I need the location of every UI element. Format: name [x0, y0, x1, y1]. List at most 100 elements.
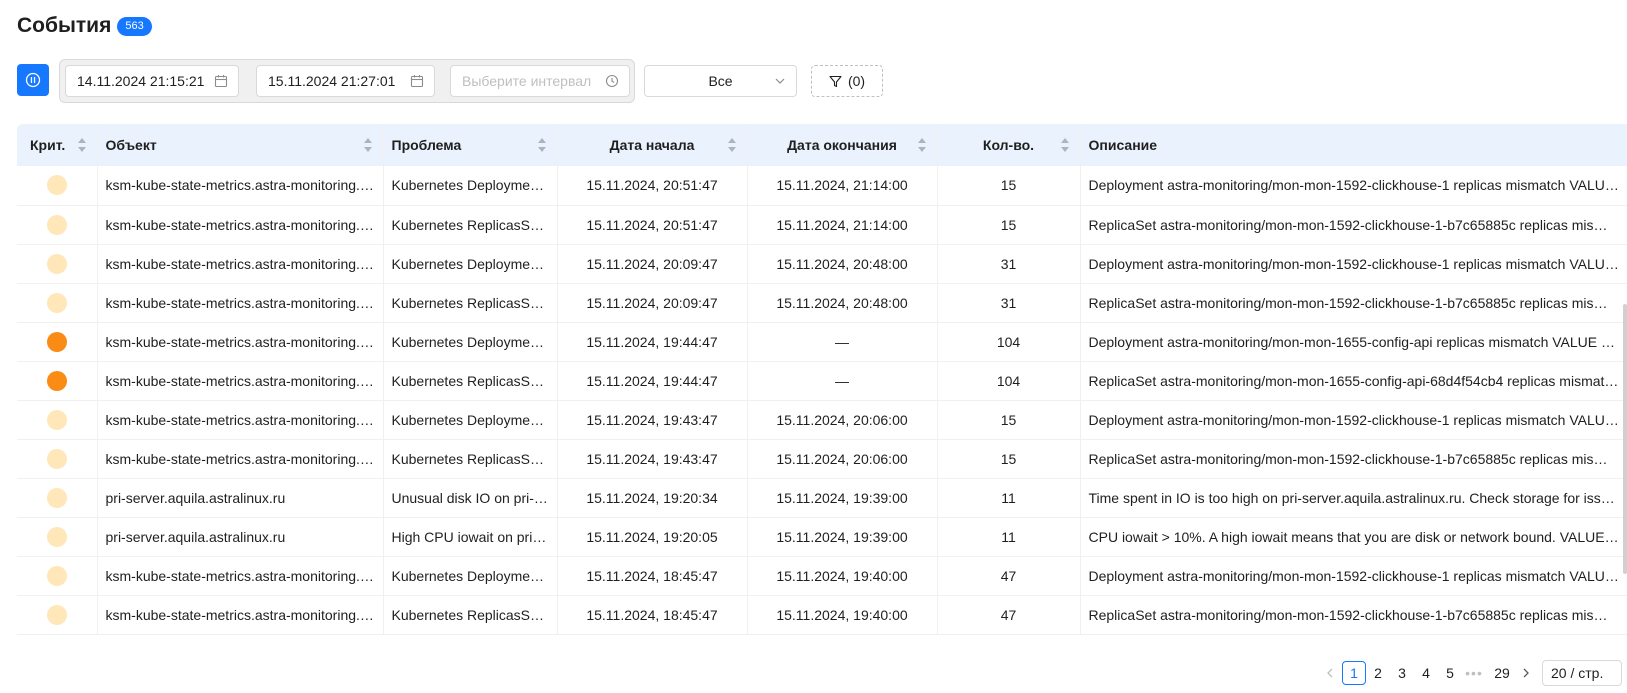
- description-cell: Time spent in IO is too high on pri-serv…: [1080, 478, 1627, 518]
- table-row[interactable]: ksm-kube-state-metrics.astra-monitoring.…: [17, 361, 1627, 401]
- table-row[interactable]: ksm-kube-state-metrics.astra-monitoring.…: [17, 322, 1627, 362]
- table-row[interactable]: pri-server.aquila.astralinux.ru High CPU …: [17, 517, 1627, 557]
- count-cell: 31: [937, 283, 1081, 323]
- start-cell: 15.11.2024, 19:20:34: [557, 478, 748, 518]
- col-header-severity[interactable]: Крит.: [17, 124, 98, 166]
- sort-icon: [727, 138, 736, 152]
- col-header-description: Описание: [1080, 124, 1627, 166]
- severity-cell: [17, 517, 98, 557]
- description-cell: CPU iowait > 10%. A high iowait means th…: [1080, 517, 1627, 557]
- page-last-button[interactable]: 29: [1490, 661, 1514, 685]
- severity-dot: [46, 604, 67, 625]
- object-cell: ksm-kube-state-metrics.astra-monitoring.…: [97, 361, 384, 401]
- severity-dot: [46, 253, 67, 274]
- severity-cell: [17, 361, 98, 401]
- page-size-value: 20 / стр.: [1551, 665, 1604, 681]
- description-cell: Deployment astra-monitoring/mon-mon-1592…: [1080, 166, 1627, 206]
- severity-cell: [17, 283, 98, 323]
- start-cell: 15.11.2024, 19:44:47: [557, 361, 748, 401]
- problem-cell: Kubernetes Deployment replicas mismatch: [383, 244, 558, 284]
- object-cell: ksm-kube-state-metrics.astra-monitoring.…: [97, 595, 384, 635]
- date-from-value: 14.11.2024 21:15:21: [77, 73, 205, 89]
- table-row[interactable]: ksm-kube-state-metrics.astra-monitoring.…: [17, 205, 1627, 245]
- description-cell: ReplicaSet astra-monitoring/mon-mon-1592…: [1080, 595, 1627, 635]
- start-cell: 15.11.2024, 18:45:47: [557, 595, 748, 635]
- chevron-right-icon: [1523, 668, 1529, 678]
- problem-cell: Kubernetes ReplicasSet mismatch: [383, 595, 558, 635]
- page-size-select[interactable]: 20 / стр.: [1542, 660, 1622, 686]
- next-page-button[interactable]: [1514, 661, 1538, 685]
- interval-input[interactable]: Выберите интервал: [450, 65, 630, 97]
- col-header-label: Проблема: [391, 137, 462, 153]
- page-title: События: [17, 14, 112, 37]
- col-header-label: Дата начала: [609, 137, 695, 153]
- date-to-value: 15.11.2024 21:27:01: [268, 73, 396, 89]
- problem-cell: Kubernetes ReplicasSet mismatch: [383, 283, 558, 323]
- start-cell: 15.11.2024, 20:51:47: [557, 205, 748, 245]
- table-row[interactable]: ksm-kube-state-metrics.astra-monitoring.…: [17, 556, 1627, 596]
- count-cell: 31: [937, 244, 1081, 284]
- table-row[interactable]: ksm-kube-state-metrics.astra-monitoring.…: [17, 283, 1627, 323]
- table-header-row: Крит. Объект Проблема Дата начала Дата о…: [17, 124, 1627, 166]
- count-cell: 15: [937, 166, 1081, 206]
- severity-cell: [17, 166, 98, 206]
- description-cell: Deployment astra-monitoring/mon-mon-1655…: [1080, 322, 1627, 362]
- filter-button[interactable]: (0): [811, 65, 883, 97]
- col-header-end[interactable]: Дата окончания: [747, 124, 938, 166]
- object-cell: ksm-kube-state-metrics.astra-monitoring.…: [97, 556, 384, 596]
- end-cell: 15.11.2024, 19:40:00: [747, 556, 938, 596]
- end-cell: 15.11.2024, 19:39:00: [747, 517, 938, 557]
- start-cell: 15.11.2024, 18:45:47: [557, 556, 748, 596]
- end-cell: —: [747, 322, 938, 362]
- table-row[interactable]: ksm-kube-state-metrics.astra-monitoring.…: [17, 244, 1627, 284]
- col-header-label: Дата окончания: [787, 137, 897, 153]
- page-3-button[interactable]: 3: [1390, 661, 1414, 685]
- count-cell: 11: [937, 517, 1081, 557]
- description-cell: ReplicaSet astra-monitoring/mon-mon-1592…: [1080, 283, 1627, 323]
- page-1-button[interactable]: 1: [1342, 661, 1366, 685]
- severity-cell: [17, 478, 98, 518]
- prev-page-button[interactable]: [1318, 661, 1342, 685]
- start-cell: 15.11.2024, 19:43:47: [557, 400, 748, 440]
- table-row[interactable]: ksm-kube-state-metrics.astra-monitoring.…: [17, 400, 1627, 440]
- table-row[interactable]: ksm-kube-state-metrics.astra-monitoring.…: [17, 166, 1627, 206]
- table-body: ksm-kube-state-metrics.astra-monitoring.…: [17, 166, 1627, 635]
- description-cell: Deployment astra-monitoring/mon-mon-1592…: [1080, 556, 1627, 596]
- col-header-label: Крит.: [30, 137, 66, 153]
- calendar-icon: [214, 75, 228, 88]
- description-cell: Deployment astra-monitoring/mon-mon-1592…: [1080, 244, 1627, 284]
- table-row[interactable]: ksm-kube-state-metrics.astra-monitoring.…: [17, 439, 1627, 479]
- sort-icon: [1060, 138, 1069, 152]
- page-4-button[interactable]: 4: [1414, 661, 1438, 685]
- page-2-button[interactable]: 2: [1366, 661, 1390, 685]
- table-row[interactable]: ksm-kube-state-metrics.astra-monitoring.…: [17, 595, 1627, 635]
- severity-cell: [17, 400, 98, 440]
- col-header-label: Описание: [1088, 137, 1158, 153]
- col-header-object[interactable]: Объект: [97, 124, 384, 166]
- col-header-start[interactable]: Дата начала: [557, 124, 748, 166]
- page-jump-ellipsis[interactable]: •••: [1462, 661, 1486, 685]
- pause-button[interactable]: [17, 64, 49, 96]
- object-cell: ksm-kube-state-metrics.astra-monitoring.…: [97, 400, 384, 440]
- severity-cell: [17, 205, 98, 245]
- col-header-label: Кол-во.: [982, 137, 1035, 153]
- chevron-down-icon: [775, 78, 785, 84]
- col-header-problem[interactable]: Проблема: [383, 124, 558, 166]
- table-scrollbar[interactable]: [1623, 304, 1627, 574]
- col-header-count[interactable]: Кол-во.: [937, 124, 1081, 166]
- sort-icon: [363, 138, 372, 152]
- severity-select[interactable]: Все: [644, 65, 797, 97]
- chevron-left-icon: [1327, 668, 1333, 678]
- date-to-input[interactable]: 15.11.2024 21:27:01: [256, 65, 435, 97]
- filter-count: (0): [847, 73, 866, 89]
- sort-icon: [77, 138, 86, 152]
- table-row[interactable]: pri-server.aquila.astralinux.ru Unusual d…: [17, 478, 1627, 518]
- page-5-button[interactable]: 5: [1438, 661, 1462, 685]
- object-cell: ksm-kube-state-metrics.astra-monitoring.…: [97, 244, 384, 284]
- date-from-input[interactable]: 14.11.2024 21:15:21: [65, 65, 239, 97]
- end-cell: 15.11.2024, 20:48:00: [747, 283, 938, 323]
- end-cell: —: [747, 361, 938, 401]
- problem-cell: Kubernetes ReplicasSet mismatch: [383, 439, 558, 479]
- end-cell: 15.11.2024, 20:48:00: [747, 244, 938, 284]
- severity-cell: [17, 439, 98, 479]
